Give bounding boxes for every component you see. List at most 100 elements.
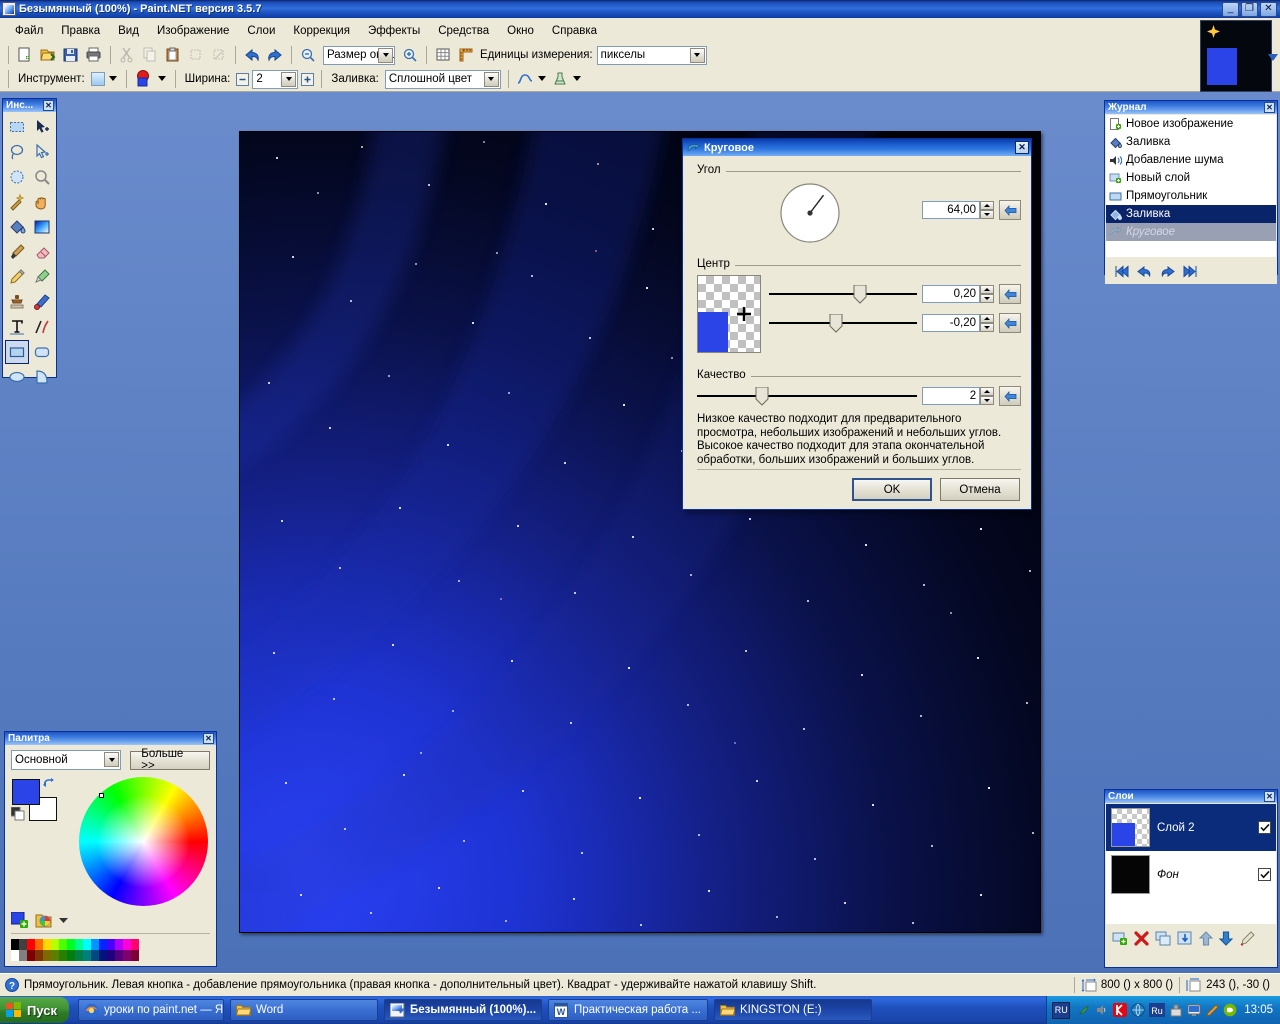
- layer-properties-icon[interactable]: [1239, 930, 1255, 946]
- swatch[interactable]: [91, 939, 99, 950]
- delete-layer-icon[interactable]: [1134, 930, 1149, 946]
- taskbar-item-firefox[interactable]: уроки по paint.net — Я...: [78, 999, 224, 1021]
- dialog-close-icon[interactable]: ✕: [1015, 141, 1029, 154]
- reset-colors-icon[interactable]: [10, 806, 25, 824]
- palette-swatch-row-2[interactable]: [11, 950, 210, 961]
- swatch[interactable]: [107, 950, 115, 961]
- cut-icon[interactable]: [116, 44, 138, 66]
- swatch[interactable]: [35, 950, 43, 961]
- history-item-add-noise[interactable]: Добавление шума: [1106, 151, 1276, 169]
- start-button[interactable]: Пуск: [0, 997, 69, 1023]
- swatch[interactable]: [123, 939, 131, 950]
- paste-icon[interactable]: [162, 44, 184, 66]
- history-item-new-layer[interactable]: Новый слой: [1106, 169, 1276, 187]
- ellipse-tool[interactable]: [5, 365, 29, 389]
- lasso-select-tool[interactable]: [5, 140, 29, 164]
- angle-spinner[interactable]: [980, 201, 994, 219]
- pan-tool[interactable]: [30, 190, 54, 214]
- palette-swatch-row-1[interactable]: [11, 939, 210, 950]
- center-y-spin-up[interactable]: [980, 314, 994, 323]
- open-palette-icon[interactable]: [35, 912, 52, 928]
- magic-wand-tool[interactable]: [5, 190, 29, 214]
- quality-spin-down[interactable]: [980, 396, 995, 405]
- center-preview[interactable]: [697, 275, 761, 353]
- save-icon[interactable]: [60, 44, 82, 66]
- close-icon[interactable]: ✕: [1264, 102, 1275, 113]
- pencil-tool[interactable]: [5, 265, 29, 289]
- rulers-icon[interactable]: [455, 44, 477, 66]
- rectangle-select-tool[interactable]: [5, 115, 29, 139]
- undo-icon[interactable]: [1136, 265, 1153, 278]
- kaspersky-icon[interactable]: [1113, 1003, 1128, 1017]
- minimize-button[interactable]: _: [1222, 1, 1239, 17]
- text-tool[interactable]: [5, 315, 29, 339]
- chevron-down-icon[interactable]: [378, 47, 393, 63]
- menu-item-effects[interactable]: Эффекты: [359, 22, 429, 40]
- center-y-spin-down[interactable]: [980, 323, 994, 332]
- width-combo[interactable]: 2: [252, 69, 299, 89]
- clone-stamp-tool[interactable]: [5, 290, 29, 314]
- paintbrush-tool[interactable]: [5, 240, 29, 264]
- rectangle-tool[interactable]: [5, 340, 29, 364]
- nvidia-icon[interactable]: [1223, 1003, 1237, 1017]
- recolor-tool[interactable]: [30, 290, 54, 314]
- quality-spin-up[interactable]: [980, 387, 995, 396]
- lang-ru-icon[interactable]: Ru: [1149, 1003, 1166, 1017]
- clock[interactable]: 13:05: [1244, 1004, 1273, 1016]
- open-file-icon[interactable]: [37, 44, 59, 66]
- center-x-input[interactable]: 0,20: [922, 285, 980, 303]
- swatch[interactable]: [19, 939, 27, 950]
- swatch[interactable]: [75, 939, 83, 950]
- antivirus-icon[interactable]: [1077, 1003, 1091, 1017]
- center-x-spin-up[interactable]: [980, 285, 994, 294]
- swatch[interactable]: [43, 950, 51, 961]
- angle-spin-up[interactable]: [980, 201, 994, 210]
- layer-item-background[interactable]: Фон: [1106, 851, 1276, 898]
- maximize-button[interactable]: ❐: [1241, 1, 1258, 17]
- swatch[interactable]: [51, 939, 59, 950]
- redo-icon[interactable]: [264, 44, 286, 66]
- palette-dropdown-arrow[interactable]: [59, 917, 68, 924]
- center-x-slider[interactable]: [769, 284, 917, 304]
- swatch[interactable]: [59, 950, 67, 961]
- layer-visibility-checkbox[interactable]: [1258, 821, 1271, 834]
- zoom-level-combo[interactable]: Размер окна: [323, 45, 395, 65]
- blend-mode-icon[interactable]: [551, 71, 569, 87]
- rounded-rectangle-tool[interactable]: [30, 340, 54, 364]
- angle-spin-down[interactable]: [980, 210, 994, 219]
- image-thumbnail[interactable]: [1200, 20, 1272, 92]
- color-picker-tool[interactable]: [30, 265, 54, 289]
- swatch[interactable]: [11, 939, 19, 950]
- redo-icon[interactable]: [1159, 265, 1176, 278]
- thumbnail-dropdown-arrow[interactable]: [1268, 52, 1278, 64]
- menu-item-layers[interactable]: Слои: [238, 22, 284, 40]
- menu-item-edit[interactable]: Правка: [52, 22, 109, 40]
- antialiasing-dropdown-arrow[interactable]: [537, 74, 548, 85]
- swatch[interactable]: [59, 939, 67, 950]
- swatch[interactable]: [27, 939, 35, 950]
- center-y-input[interactable]: -0,20: [922, 314, 980, 332]
- swatch[interactable]: [83, 939, 91, 950]
- swap-colors-icon[interactable]: [42, 777, 56, 792]
- history-item-fill-2[interactable]: Заливка: [1106, 205, 1276, 223]
- swatch[interactable]: [123, 950, 131, 961]
- angle-reset-button[interactable]: [999, 200, 1021, 220]
- taskbar-item-kingston[interactable]: KINGSTON (E:): [714, 999, 872, 1021]
- usb-icon[interactable]: [1169, 1003, 1183, 1017]
- swatch[interactable]: [131, 939, 139, 950]
- taskbar-item-word-doc[interactable]: W Практическая работа ...: [548, 999, 708, 1021]
- eraser-tool[interactable]: [30, 240, 54, 264]
- rewind-to-start-icon[interactable]: [1114, 264, 1130, 278]
- undo-icon[interactable]: [241, 44, 263, 66]
- close-button[interactable]: ✕: [1260, 1, 1277, 17]
- language-indicator[interactable]: RU: [1052, 1001, 1071, 1019]
- slider-thumb[interactable]: [829, 313, 843, 333]
- paint-bucket-tool[interactable]: [5, 215, 29, 239]
- copy-icon[interactable]: [139, 44, 161, 66]
- move-layer-up-icon[interactable]: [1199, 930, 1213, 946]
- move-selection-tool[interactable]: [30, 140, 54, 164]
- swatch[interactable]: [131, 950, 139, 961]
- more-button[interactable]: Больше >>: [130, 748, 210, 772]
- deselect-icon[interactable]: [208, 44, 230, 66]
- menu-item-image[interactable]: Изображение: [148, 22, 238, 40]
